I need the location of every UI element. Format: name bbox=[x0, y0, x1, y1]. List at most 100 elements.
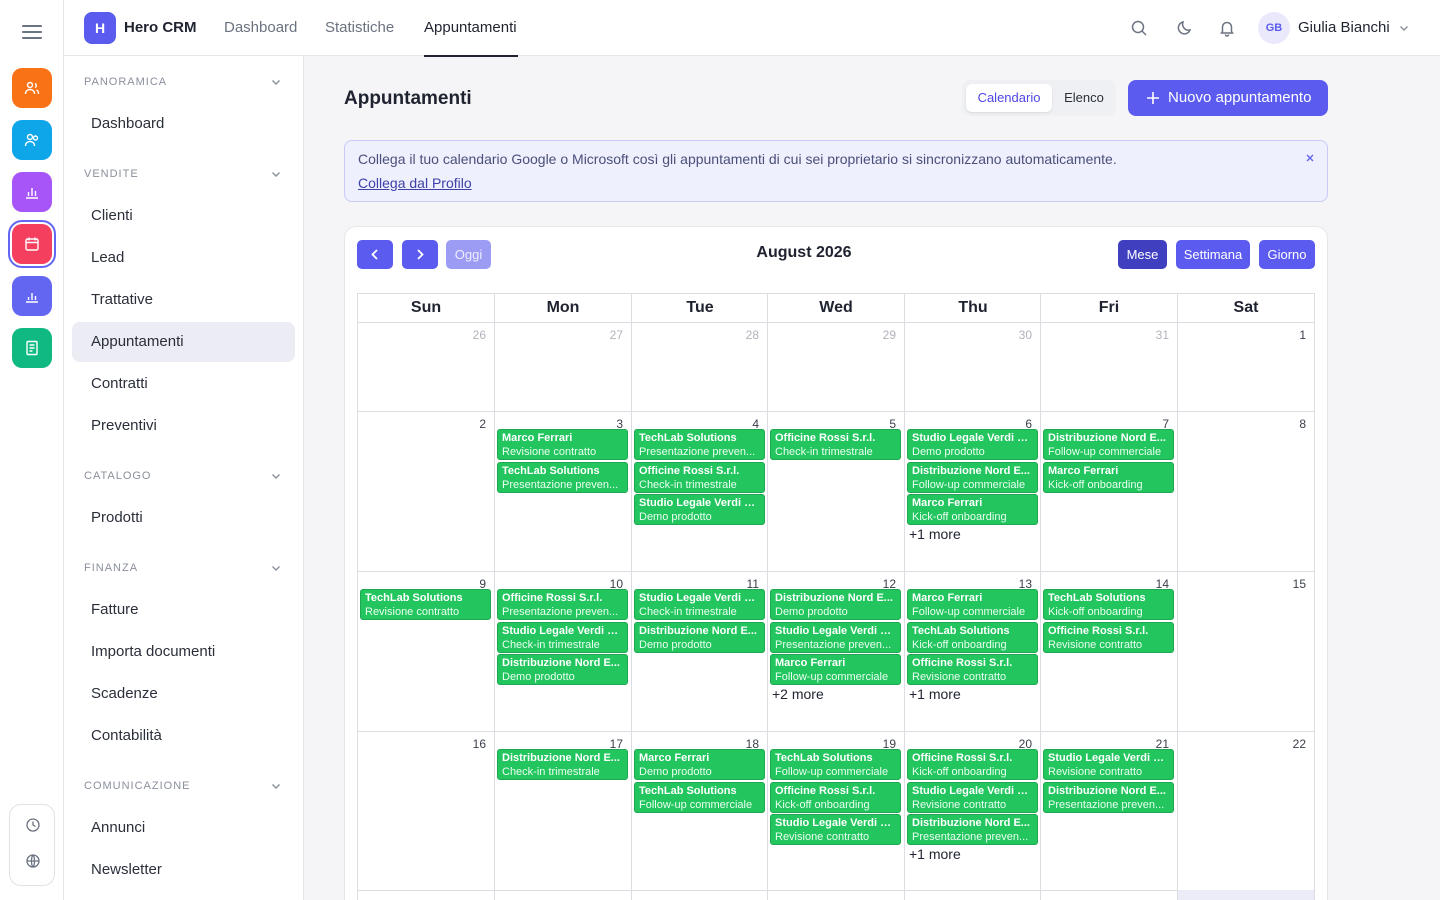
contacts-icon[interactable] bbox=[12, 68, 52, 108]
sidebar-item-annunci[interactable]: Annunci bbox=[72, 808, 295, 848]
event-chip[interactable]: Marco Ferrari Follow-up commerciale bbox=[770, 654, 901, 685]
chevron-down-icon[interactable] bbox=[270, 76, 282, 88]
new-appointment-button[interactable]: Nuovo appuntamento bbox=[1128, 80, 1328, 116]
event-chip[interactable]: Studio Legale Verdi &... Demo prodotto bbox=[634, 494, 765, 525]
event-chip[interactable]: Marco Ferrari Kick-off onboarding bbox=[907, 494, 1038, 525]
section-finanza[interactable]: FINANZA bbox=[84, 562, 138, 574]
event-chip[interactable]: TechLab Solutions Follow-up commerciale bbox=[770, 749, 901, 780]
event-chip[interactable]: Studio Legale Verdi &... Presentazione pr… bbox=[770, 621, 901, 653]
day-cell[interactable] bbox=[1178, 732, 1314, 890]
event-chip[interactable]: Distribuzione Nord E... Demo prodotto bbox=[634, 621, 765, 653]
sidebar-item-contratti[interactable]: Contratti bbox=[72, 364, 295, 404]
event-chip[interactable]: Officine Rossi S.r.l. Kick-off onboarding bbox=[770, 781, 901, 813]
event-chip[interactable]: Officine Rossi S.r.l. Revisione contratto bbox=[907, 654, 1038, 685]
section-panoramica[interactable]: PANORAMICA bbox=[84, 76, 167, 88]
event-chip[interactable]: Marco Ferrari Demo prodotto bbox=[634, 749, 765, 780]
close-icon[interactable] bbox=[1305, 153, 1315, 163]
event-chip[interactable]: Distribuzione Nord E... Follow-up commerc… bbox=[907, 461, 1038, 493]
section-catalogo[interactable]: CATALOGO bbox=[84, 470, 152, 482]
sidebar-item-fatture[interactable]: Fatture bbox=[72, 590, 295, 630]
stats-icon[interactable] bbox=[12, 276, 52, 316]
chevron-down-icon[interactable] bbox=[1398, 22, 1410, 34]
chevron-down-icon[interactable] bbox=[270, 562, 282, 574]
event-chip[interactable]: TechLab Solutions Revisione contratto bbox=[360, 589, 491, 620]
day-cell[interactable] bbox=[1178, 572, 1314, 731]
view-week-button[interactable]: Settimana bbox=[1176, 240, 1250, 269]
event-chip[interactable]: Studio Legale Verdi &... Check-in trimest… bbox=[497, 621, 628, 653]
users-icon[interactable] bbox=[12, 120, 52, 160]
event-chip[interactable]: Officine Rossi S.r.l. Check-in trimestral… bbox=[634, 461, 765, 493]
event-chip[interactable]: Distribuzione Nord E... Presentazione pre… bbox=[907, 814, 1038, 845]
topnav-appuntamenti[interactable]: Appuntamenti bbox=[424, 19, 517, 36]
sidebar-item-importa-documenti[interactable]: Importa documenti bbox=[72, 632, 295, 672]
chevron-down-icon[interactable] bbox=[270, 168, 282, 180]
event-chip[interactable]: TechLab Solutions Kick-off onboarding bbox=[1043, 589, 1174, 620]
topnav-dashboard[interactable]: Dashboard bbox=[224, 19, 297, 36]
event-chip[interactable]: Studio Legale Verdi &... Revisione contra… bbox=[770, 814, 901, 845]
sidebar-item-appuntamenti[interactable]: Appuntamenti bbox=[72, 322, 295, 362]
event-chip[interactable]: Studio Legale Verdi &... Check-in trimest… bbox=[634, 589, 765, 620]
chevron-down-icon[interactable] bbox=[270, 470, 282, 482]
sidebar-item-lead[interactable]: Lead bbox=[72, 238, 295, 278]
topnav-statistiche[interactable]: Statistiche bbox=[325, 19, 394, 36]
event-chip[interactable]: Marco Ferrari Revisione contratto bbox=[497, 429, 628, 460]
event-chip[interactable]: Distribuzione Nord E... Presentazione pre… bbox=[1043, 781, 1174, 813]
sidebar-item-clienti[interactable]: Clienti bbox=[72, 196, 295, 236]
day-cell[interactable] bbox=[358, 732, 494, 890]
app-name[interactable]: Hero CRM bbox=[124, 19, 197, 36]
chevron-down-icon[interactable] bbox=[270, 780, 282, 792]
event-chip[interactable]: Distribuzione Nord E... Demo prodotto bbox=[770, 589, 901, 620]
calendar-icon[interactable] bbox=[8, 220, 56, 268]
view-calendar-button[interactable]: Calendario bbox=[966, 84, 1052, 112]
menu-icon[interactable] bbox=[22, 25, 42, 39]
event-chip[interactable]: TechLab Solutions Presentazione preven... bbox=[497, 461, 628, 493]
event-chip[interactable]: Officine Rossi S.r.l. Kick-off onboarding bbox=[907, 749, 1038, 780]
sidebar-item-newsletter[interactable]: Newsletter bbox=[72, 850, 295, 890]
sidebar-item-dashboard[interactable]: Dashboard bbox=[72, 104, 295, 144]
avatar[interactable]: GB bbox=[1258, 12, 1290, 44]
today-button[interactable]: Oggi bbox=[446, 240, 491, 269]
event-chip[interactable]: Studio Legale Verdi &... Revisione contra… bbox=[907, 781, 1038, 813]
chart-icon[interactable] bbox=[12, 172, 52, 212]
bell-icon[interactable] bbox=[1218, 19, 1236, 37]
clock-icon[interactable] bbox=[25, 817, 41, 833]
event-chip[interactable]: Distribuzione Nord E... Demo prodotto bbox=[497, 654, 628, 685]
event-chip[interactable]: Officine Rossi S.r.l. Check-in trimestral… bbox=[770, 429, 901, 460]
sidebar-item-contabilita[interactable]: Contabilità bbox=[72, 716, 295, 756]
next-month-button[interactable] bbox=[402, 240, 438, 269]
search-icon[interactable] bbox=[1130, 19, 1148, 37]
view-list-button[interactable]: Elenco bbox=[1056, 84, 1112, 112]
event-chip[interactable]: TechLab Solutions Follow-up commerciale bbox=[634, 781, 765, 813]
globe-icon[interactable] bbox=[25, 853, 41, 869]
view-month-button[interactable]: Mese bbox=[1118, 240, 1167, 269]
event-chip[interactable]: Distribuzione Nord E... Follow-up commerc… bbox=[1043, 429, 1174, 460]
document-icon[interactable] bbox=[12, 328, 52, 368]
sidebar-item-preventivi[interactable]: Preventivi bbox=[72, 406, 295, 446]
event-chip[interactable]: Officine Rossi S.r.l. Presentazione preve… bbox=[497, 589, 628, 620]
event-chip[interactable]: TechLab Solutions Kick-off onboarding bbox=[907, 621, 1038, 653]
event-chip[interactable]: TechLab Solutions Presentazione preven... bbox=[634, 429, 765, 460]
more-events-link[interactable]: +1 more bbox=[909, 526, 961, 542]
moon-icon[interactable] bbox=[1176, 19, 1194, 37]
prev-month-button[interactable] bbox=[357, 240, 393, 269]
event-chip[interactable]: Officine Rossi S.r.l. Revisione contratto bbox=[1043, 621, 1174, 653]
section-vendite[interactable]: VENDITE bbox=[84, 168, 139, 180]
day-cell[interactable] bbox=[358, 412, 494, 571]
user-name[interactable]: Giulia Bianchi bbox=[1298, 19, 1390, 36]
highlighted-day-cell[interactable] bbox=[1178, 890, 1314, 900]
more-events-link[interactable]: +1 more bbox=[909, 686, 961, 702]
view-day-button[interactable]: Giorno bbox=[1259, 240, 1315, 269]
banner-link[interactable]: Collega dal Profilo bbox=[358, 175, 472, 191]
day-cell[interactable] bbox=[1178, 412, 1314, 571]
event-chip[interactable]: Distribuzione Nord E... Check-in trimestr… bbox=[497, 749, 628, 780]
event-chip[interactable]: Marco Ferrari Kick-off onboarding bbox=[1043, 461, 1174, 493]
more-events-link[interactable]: +2 more bbox=[772, 686, 824, 702]
sidebar-item-prodotti[interactable]: Prodotti bbox=[72, 498, 295, 538]
event-chip[interactable]: Marco Ferrari Follow-up commerciale bbox=[907, 589, 1038, 620]
event-chip[interactable]: Studio Legale Verdi &... Revisione contra… bbox=[1043, 749, 1174, 780]
section-comunicazione[interactable]: COMUNICAZIONE bbox=[84, 780, 191, 792]
sidebar-item-trattative[interactable]: Trattative bbox=[72, 280, 295, 320]
event-chip[interactable]: Studio Legale Verdi &... Demo prodotto bbox=[907, 429, 1038, 460]
more-events-link[interactable]: +1 more bbox=[909, 846, 961, 862]
sidebar-item-scadenze[interactable]: Scadenze bbox=[72, 674, 295, 714]
